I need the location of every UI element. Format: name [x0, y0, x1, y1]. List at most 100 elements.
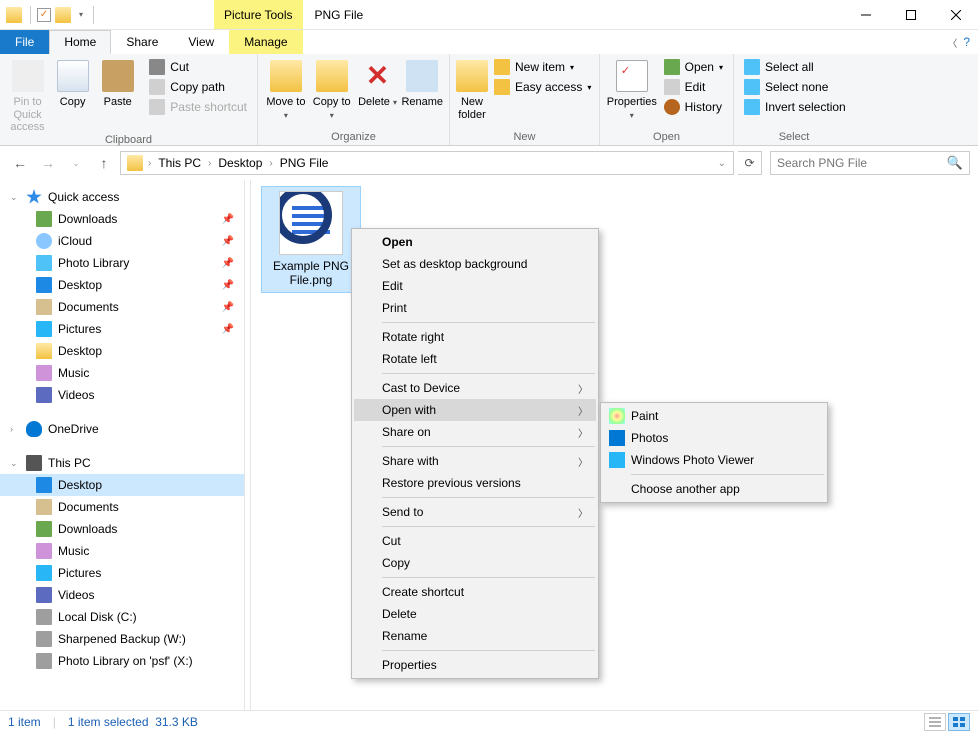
chevron-down-icon[interactable]: ▾: [75, 10, 87, 19]
open-with-submenu: Paint Photos Windows Photo Viewer Choose…: [600, 402, 828, 503]
select-all-button[interactable]: Select all: [740, 58, 850, 76]
submenu-photos[interactable]: Photos: [603, 427, 825, 449]
new-item-button[interactable]: New item ▾: [490, 58, 595, 76]
properties-button[interactable]: ✓Properties ▾: [606, 58, 658, 121]
tree-this-pc[interactable]: ⌄This PC: [0, 452, 244, 474]
ctx-share-on[interactable]: Share on〉: [354, 421, 596, 443]
tree-item[interactable]: iCloud📌: [0, 230, 244, 252]
tree-item[interactable]: Photo Library on 'psf' (X:): [0, 650, 244, 672]
delete-button[interactable]: ✕Delete ▾: [356, 58, 400, 109]
ctx-edit[interactable]: Edit: [354, 275, 596, 297]
rename-icon: [406, 60, 438, 92]
ctx-share-with[interactable]: Share with〉: [354, 450, 596, 472]
paste-shortcut-button[interactable]: Paste shortcut: [145, 98, 251, 116]
back-button[interactable]: ←: [8, 151, 32, 175]
ctx-delete[interactable]: Delete: [354, 603, 596, 625]
tab-file[interactable]: File: [0, 30, 49, 54]
tree-onedrive[interactable]: ›OneDrive: [0, 418, 244, 440]
chevron-right-icon[interactable]: ›: [266, 158, 275, 169]
move-to-button[interactable]: Move to ▾: [264, 58, 308, 121]
breadcrumb-segment[interactable]: This PC: [154, 152, 205, 174]
copy-button[interactable]: Copy: [51, 58, 94, 109]
chevron-down-icon[interactable]: ⌄: [715, 158, 729, 169]
tree-item[interactable]: Sharpened Backup (W:): [0, 628, 244, 650]
tree-quick-access[interactable]: ⌄Quick access: [0, 186, 244, 208]
tree-item[interactable]: Downloads📌: [0, 208, 244, 230]
tree-item[interactable]: Desktop: [0, 474, 244, 496]
submenu-paint[interactable]: Paint: [603, 405, 825, 427]
copy-path-button[interactable]: Copy path: [145, 78, 251, 96]
ctx-properties[interactable]: Properties: [354, 654, 596, 676]
tab-home[interactable]: Home: [49, 30, 111, 54]
ctx-rename[interactable]: Rename: [354, 625, 596, 647]
ctx-cut[interactable]: Cut: [354, 530, 596, 552]
cut-button[interactable]: Cut: [145, 58, 251, 76]
minimize-button[interactable]: [843, 0, 888, 30]
submenu-photo-viewer[interactable]: Windows Photo Viewer: [603, 449, 825, 471]
up-button[interactable]: ↑: [92, 151, 116, 175]
open-button[interactable]: Open ▾: [660, 58, 727, 76]
recent-dropdown[interactable]: ⌄: [64, 151, 88, 175]
ctx-print[interactable]: Print: [354, 297, 596, 319]
tree-item[interactable]: Downloads: [0, 518, 244, 540]
ctx-set-background[interactable]: Set as desktop background: [354, 253, 596, 275]
pin-quick-access-button[interactable]: Pin to Quick access: [6, 58, 49, 134]
select-none-button[interactable]: Select none: [740, 78, 850, 96]
new-folder-button[interactable]: New folder: [456, 58, 488, 121]
tree-item[interactable]: Music: [0, 362, 244, 384]
rename-button[interactable]: Rename: [401, 58, 443, 109]
forward-button[interactable]: →: [36, 151, 60, 175]
ctx-send-to[interactable]: Send to〉: [354, 501, 596, 523]
ctx-restore-versions[interactable]: Restore previous versions: [354, 472, 596, 494]
close-button[interactable]: [933, 0, 978, 30]
tree-item[interactable]: Music: [0, 540, 244, 562]
address-bar[interactable]: › This PC › Desktop › PNG File ⌄: [120, 151, 734, 175]
tree-item[interactable]: Videos: [0, 384, 244, 406]
file-item[interactable]: Example PNG File.png: [261, 186, 361, 293]
chevron-right-icon[interactable]: ›: [205, 158, 214, 169]
edit-button[interactable]: Edit: [660, 78, 727, 96]
tree-item[interactable]: Pictures📌: [0, 318, 244, 340]
tab-manage[interactable]: Manage: [229, 30, 302, 54]
refresh-button[interactable]: ⟳: [738, 151, 762, 175]
tree-item[interactable]: Desktop: [0, 340, 244, 362]
ctx-open-with[interactable]: Open with〉: [354, 399, 596, 421]
qat-checkbox[interactable]: ✓: [37, 8, 51, 22]
tree-item[interactable]: Documents: [0, 496, 244, 518]
copy-to-button[interactable]: Copy to ▾: [310, 58, 354, 121]
history-button[interactable]: History: [660, 98, 727, 116]
tab-share[interactable]: Share: [111, 30, 173, 54]
collapse-ribbon-icon[interactable]: 〈: [947, 35, 957, 50]
breadcrumb-segment[interactable]: Desktop: [214, 152, 266, 174]
chevron-right-icon[interactable]: ›: [145, 158, 154, 169]
pane-resizer[interactable]: [245, 180, 255, 710]
search-input[interactable]: [777, 156, 943, 170]
icons-view-button[interactable]: [948, 713, 970, 731]
ctx-open[interactable]: Open: [354, 231, 596, 253]
ctx-rotate-right[interactable]: Rotate right: [354, 326, 596, 348]
search-icon[interactable]: 🔍: [947, 155, 963, 171]
tree-item[interactable]: Pictures: [0, 562, 244, 584]
submenu-choose-app[interactable]: Choose another app: [603, 478, 825, 500]
tree-item[interactable]: Local Disk (C:): [0, 606, 244, 628]
tree-item[interactable]: Photo Library📌: [0, 252, 244, 274]
easy-access-button[interactable]: Easy access ▾: [490, 78, 595, 96]
onedrive-icon: [26, 421, 42, 437]
tree-item[interactable]: Documents📌: [0, 296, 244, 318]
ctx-cast[interactable]: Cast to Device〉: [354, 377, 596, 399]
ctx-create-shortcut[interactable]: Create shortcut: [354, 581, 596, 603]
help-icon[interactable]: ?: [963, 35, 970, 49]
navigation-pane[interactable]: ⌄Quick access Downloads📌 iCloud📌 Photo L…: [0, 180, 245, 710]
tree-item[interactable]: Videos: [0, 584, 244, 606]
ctx-copy[interactable]: Copy: [354, 552, 596, 574]
breadcrumb-segment[interactable]: PNG File: [276, 152, 333, 174]
invert-selection-button[interactable]: Invert selection: [740, 98, 850, 116]
ctx-rotate-left[interactable]: Rotate left: [354, 348, 596, 370]
details-view-button[interactable]: [924, 713, 946, 731]
tab-view[interactable]: View: [173, 30, 229, 54]
maximize-button[interactable]: [888, 0, 933, 30]
paste-button[interactable]: Paste: [96, 58, 139, 109]
tree-item[interactable]: Desktop📌: [0, 274, 244, 296]
easy-access-icon: [494, 79, 510, 95]
search-box[interactable]: 🔍: [770, 151, 970, 175]
